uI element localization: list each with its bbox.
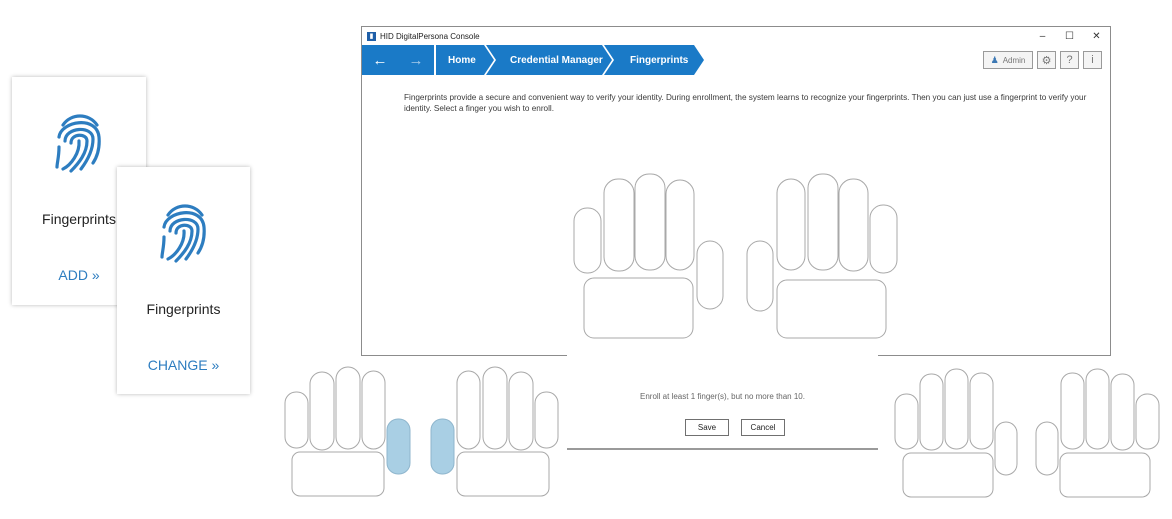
fingerprints-change-tile[interactable]: Fingerprints CHANGE » (117, 167, 250, 394)
left-middle-finger[interactable] (634, 173, 666, 271)
right-middle-finger[interactable] (1085, 368, 1110, 450)
left-hand (573, 173, 724, 339)
left-ring-finger[interactable] (309, 371, 335, 451)
left-palm (291, 451, 385, 497)
fingerprint-icon (55, 114, 101, 173)
left-palm (583, 277, 694, 339)
left-ring-finger[interactable] (603, 178, 635, 272)
right-little-finger[interactable] (1135, 393, 1160, 450)
add-link[interactable]: ADD » (58, 267, 99, 283)
right-palm (456, 451, 550, 497)
right-index-finger[interactable] (1060, 372, 1085, 450)
left-thumb[interactable] (696, 240, 724, 310)
selected-thumbs-diagram (284, 366, 559, 497)
right-little-finger[interactable] (869, 204, 898, 274)
right-ring-finger[interactable] (508, 371, 534, 451)
right-hand (746, 173, 898, 339)
console-window: ▮ HID DigitalPersona Console – ☐ ✕ ← → H… (361, 26, 1111, 356)
right-thumb[interactable] (1035, 421, 1059, 476)
cancel-button[interactable]: Cancel (741, 419, 785, 436)
left-little-finger[interactable] (894, 393, 919, 450)
fingerprint-icon (159, 204, 206, 263)
right-ring-finger[interactable] (838, 178, 869, 272)
change-link[interactable]: CHANGE » (148, 357, 220, 373)
left-middle-finger[interactable] (944, 368, 969, 450)
enroll-message: Enroll at least 1 finger(s), but no more… (640, 392, 805, 401)
right-thumb-selected[interactable] (430, 418, 455, 475)
right-thumb[interactable] (746, 240, 774, 312)
right-middle-finger[interactable] (807, 173, 839, 271)
right-index-finger[interactable] (456, 370, 481, 450)
right-palm (776, 279, 887, 339)
unselected-hands-diagram (894, 368, 1160, 498)
left-palm (902, 452, 994, 498)
left-middle-finger[interactable] (335, 366, 361, 450)
left-index-finger[interactable] (665, 179, 695, 271)
left-index-finger[interactable] (361, 370, 386, 450)
right-palm (1059, 452, 1151, 498)
left-index-finger[interactable] (969, 372, 994, 450)
right-ring-finger[interactable] (1110, 373, 1135, 451)
left-thumb-selected[interactable] (386, 418, 411, 475)
left-little-finger[interactable] (573, 207, 602, 274)
left-thumb[interactable] (994, 421, 1018, 476)
right-little-finger[interactable] (534, 391, 559, 449)
right-index-finger[interactable] (776, 178, 806, 271)
tile-title: Fingerprints (42, 211, 116, 227)
hand-diagram (573, 173, 898, 339)
enroll-panel: Enroll at least 1 finger(s), but no more… (567, 352, 878, 450)
left-little-finger[interactable] (284, 391, 309, 449)
right-middle-finger[interactable] (482, 366, 508, 450)
left-ring-finger[interactable] (919, 373, 944, 451)
tile-title: Fingerprints (146, 301, 221, 317)
save-button[interactable]: Save (685, 419, 729, 436)
